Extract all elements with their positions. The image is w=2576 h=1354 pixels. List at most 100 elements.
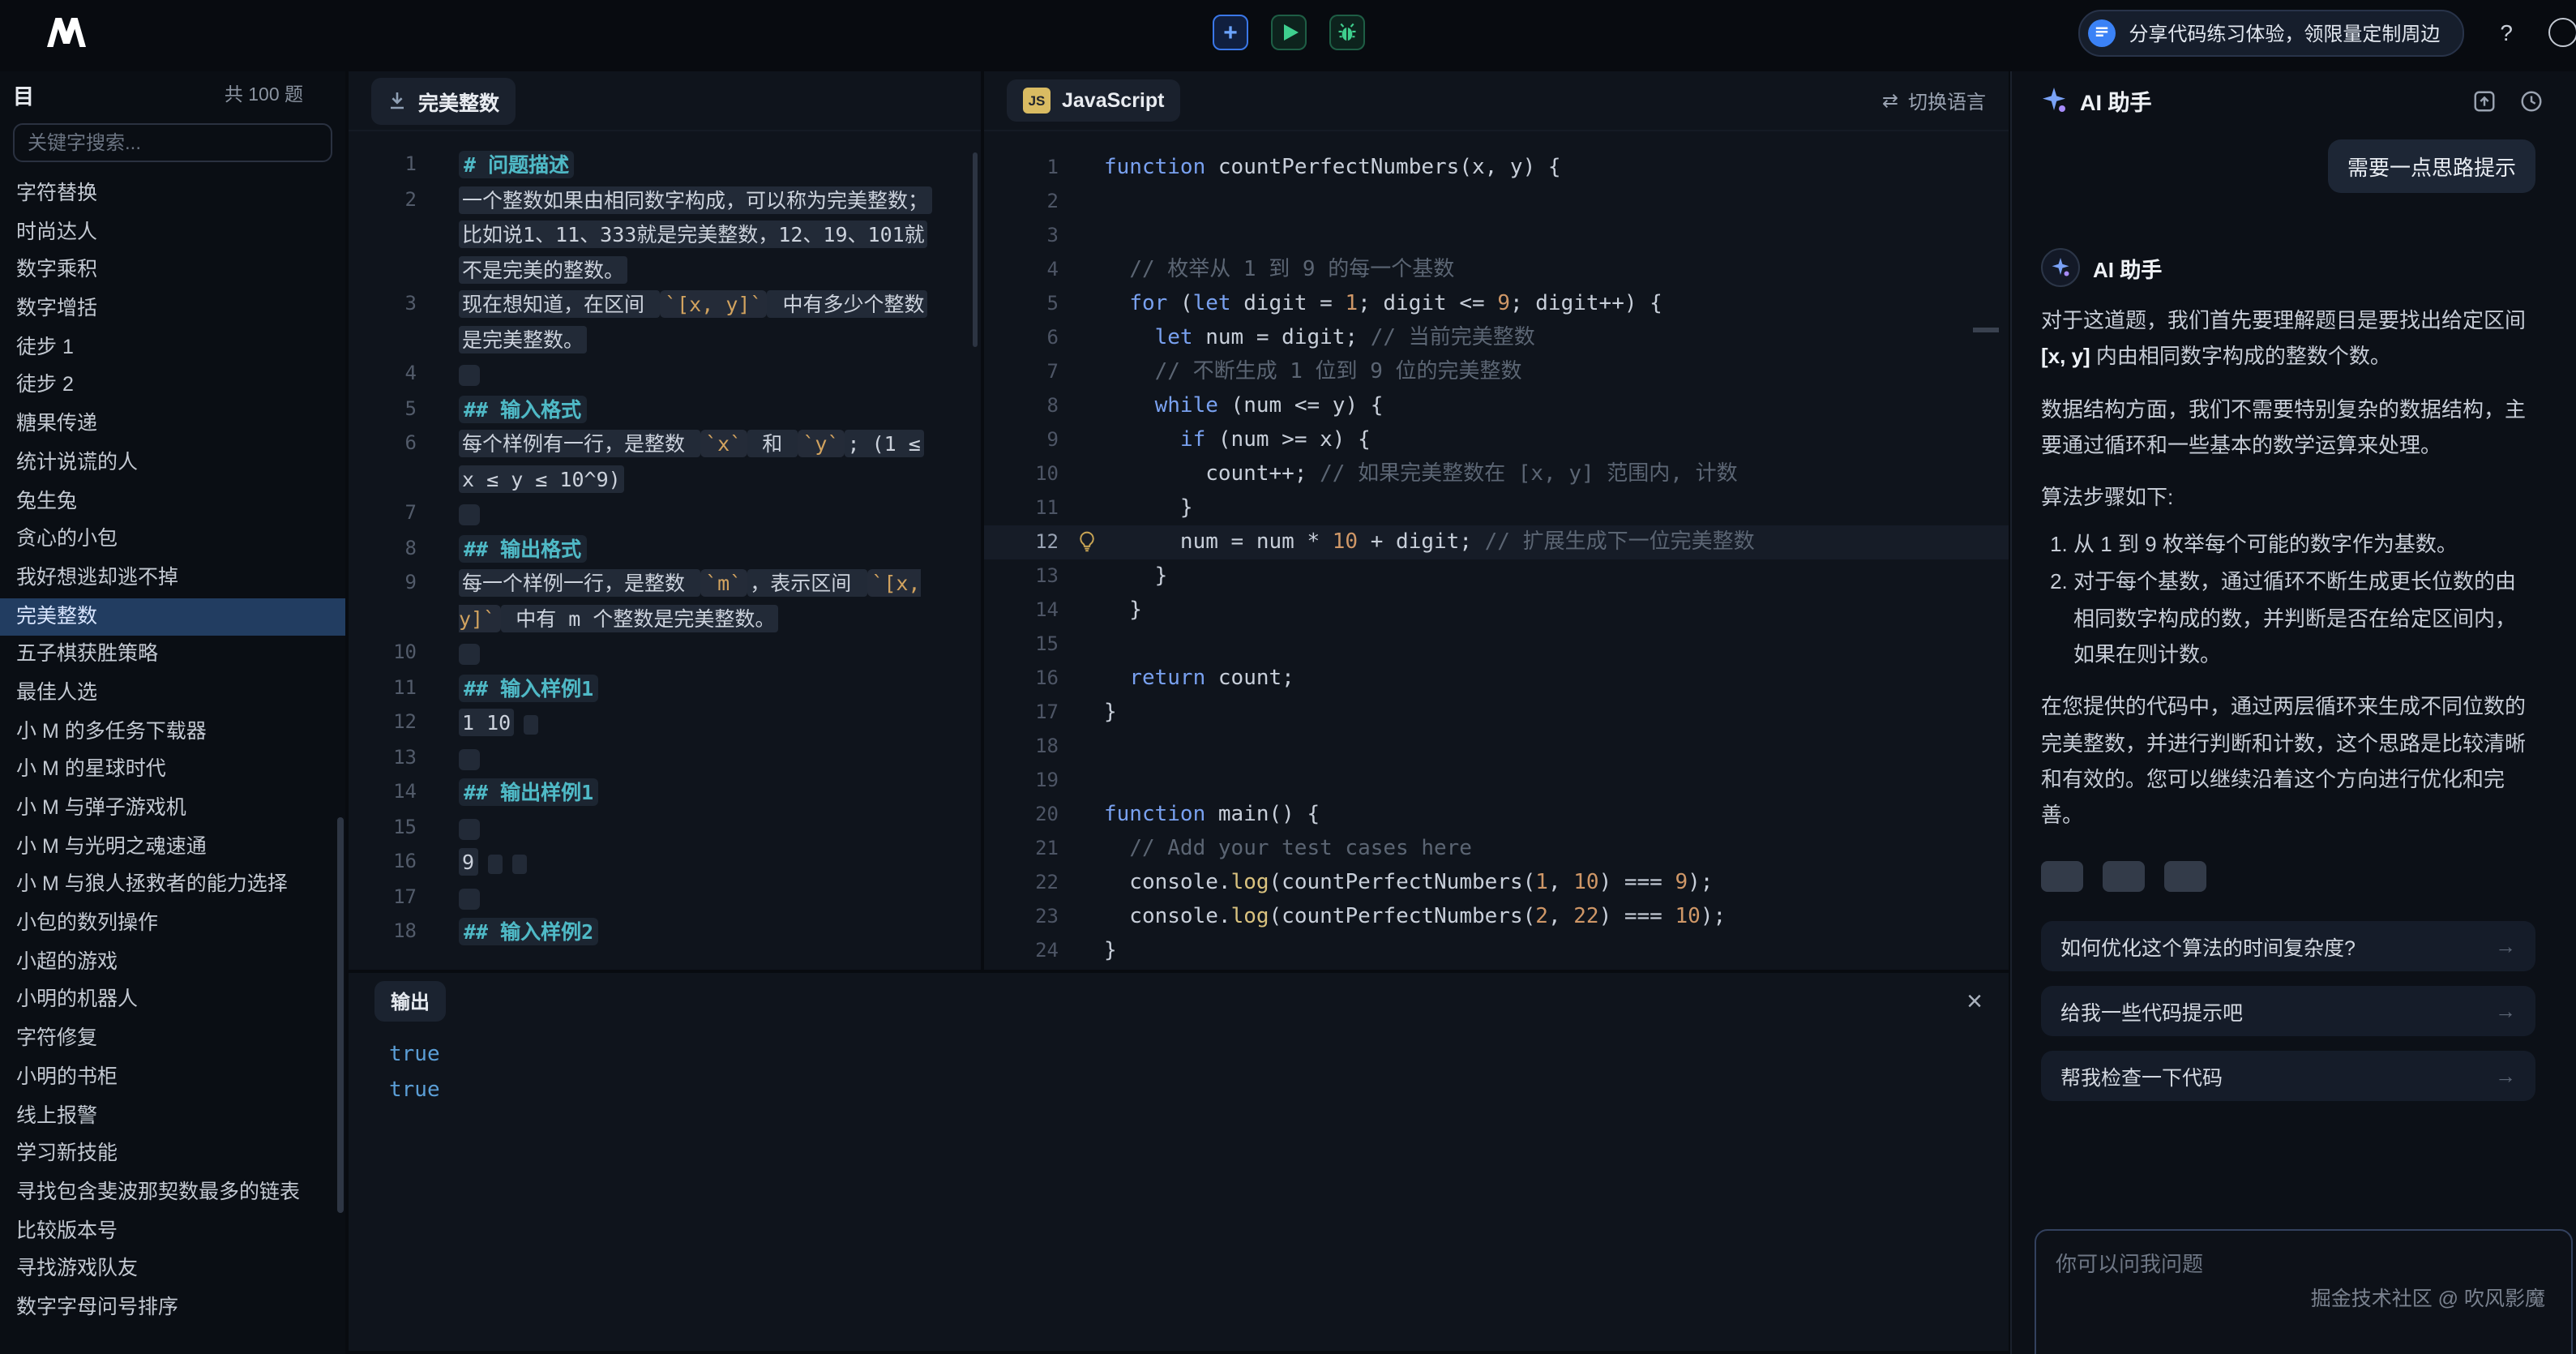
code-line[interactable]: 22 console.log(countPerfectNumbers(1, 10… <box>984 866 2009 900</box>
text-segment: `[x, y]` <box>660 290 767 318</box>
topbar: + 分享代码练习体验，领限量定制周边 ? <box>0 0 2576 65</box>
code-line[interactable]: 9 if (num >= x) { <box>984 423 2009 457</box>
action-placeholder[interactable] <box>2041 860 2083 891</box>
sidebar-item[interactable]: 最佳人选 <box>0 675 345 713</box>
problem-tab[interactable]: 完美整数 <box>371 77 516 124</box>
workspace: 完美整数 1# 问题描述2一个整数如果由相同数字构成，可以称为完美整数；比如说1… <box>349 71 2009 1354</box>
code-line[interactable]: 15 <box>984 628 2009 662</box>
sidebar-item[interactable]: 完美整数 <box>0 598 345 636</box>
add-button[interactable]: + <box>1213 15 1248 50</box>
sidebar-item[interactable]: 小明的书柜 <box>0 1059 345 1097</box>
sidebar-item[interactable]: 小 M 与狼人拯救者的能力选择 <box>0 867 345 905</box>
sidebar-item[interactable]: 五子棋获胜策略 <box>0 636 345 675</box>
sidebar-item[interactable]: 比较版本号 <box>0 1212 345 1250</box>
code-line[interactable]: 19 <box>984 764 2009 798</box>
code-line[interactable]: 8 while (num <= y) { <box>984 389 2009 423</box>
code-line[interactable]: 11 } <box>984 491 2009 525</box>
sidebar-item[interactable]: 小 M 的星球时代 <box>0 752 345 790</box>
code-line[interactable]: 7 // 不断生成 1 位到 9 位的完美整数 <box>984 355 2009 389</box>
sidebar-item[interactable]: 兔生兔 <box>0 482 345 521</box>
code-editor[interactable]: 1function countPerfectNumbers(x, y) {234… <box>984 131 2009 968</box>
line-number: 17 <box>349 880 417 915</box>
sidebar-item[interactable]: 字符替换 <box>0 175 345 213</box>
code-line[interactable]: 1function countPerfectNumbers(x, y) { <box>984 151 2009 185</box>
code-line[interactable]: 4 // 枚举从 1 到 9 的每一个基数 <box>984 253 2009 287</box>
sidebar-item[interactable]: 小 M 的多任务下载器 <box>0 713 345 751</box>
sidebar-item[interactable]: 学习新技能 <box>0 1135 345 1173</box>
code-line[interactable]: 10 count++; // 如果完美整数在 [x, y] 范围内, 计数 <box>984 457 2009 491</box>
ai-sparkle-icon <box>2041 88 2067 114</box>
line-content: ## 输入样例1 <box>459 671 935 705</box>
close-icon[interactable]: × <box>1966 987 1983 1014</box>
action-placeholder[interactable] <box>2103 860 2145 891</box>
sidebar-item[interactable]: 统计说谎的人 <box>0 444 345 482</box>
code-line[interactable]: 13 } <box>984 559 2009 593</box>
code-line[interactable]: 17} <box>984 696 2009 730</box>
sidebar-item[interactable]: 小 M 与光明之魂速通 <box>0 828 345 866</box>
code-line[interactable]: 14 } <box>984 593 2009 628</box>
sidebar-item[interactable]: 小 M 与弹子游戏机 <box>0 790 345 828</box>
suggestion-button[interactable]: 如何优化这个算法的时间复杂度?→ <box>2041 920 2535 971</box>
line-number: 20 <box>984 798 1059 832</box>
problem-scrollbar[interactable] <box>973 152 978 347</box>
line-number: 6 <box>349 426 417 496</box>
sidebar-item[interactable]: 数字字母问号排序 <box>0 1289 345 1327</box>
ai-paragraph: 数据结构方面，我们不需要特别复杂的数据结构，主要通过循环和一些基本的数学运算来处… <box>2041 392 2535 464</box>
history-icon[interactable] <box>2519 88 2544 113</box>
sidebar-item[interactable]: 寻找包含斐波那契数最多的链表 <box>0 1174 345 1212</box>
text-segment: # 问题描述 <box>459 151 574 178</box>
promo-banner[interactable]: 分享代码练习体验，领限量定制周边 <box>2078 9 2464 56</box>
sidebar-item[interactable]: 寻找游戏队友 <box>0 1251 345 1289</box>
sidebar-item[interactable]: 线上报警 <box>0 1097 345 1135</box>
marscode-logo[interactable] <box>45 18 88 47</box>
code-line[interactable]: 18 <box>984 730 2009 764</box>
code-line[interactable]: 3 <box>984 219 2009 253</box>
problem-line: 121 10 <box>349 705 981 740</box>
sidebar-item[interactable]: 我好想逃却逃不掉 <box>0 559 345 598</box>
code-text: num = num * 10 + digit; // 扩展生成下一位完美整数 <box>1104 525 1755 559</box>
sidebar-item[interactable]: 数字增括 <box>0 290 345 328</box>
code-line[interactable]: 24} <box>984 934 2009 968</box>
action-placeholder[interactable] <box>2164 860 2206 891</box>
sidebar-item[interactable]: 糖果传递 <box>0 405 345 443</box>
line-number: 12 <box>984 525 1059 559</box>
suggestion-button[interactable]: 帮我检查一下代码→ <box>2041 1050 2535 1100</box>
code-line[interactable]: 20function main() { <box>984 798 2009 832</box>
debug-button[interactable] <box>1329 15 1365 50</box>
sidebar-item[interactable]: 小明的机器人 <box>0 982 345 1020</box>
sidebar-item[interactable]: 徒步 2 <box>0 367 345 405</box>
sidebar-scrollbar[interactable] <box>337 817 344 1213</box>
switch-language-button[interactable]: ⇄ 切换语言 <box>1882 87 1986 114</box>
suggestion-button[interactable]: 给我一些代码提示吧→ <box>2041 985 2535 1035</box>
run-button[interactable] <box>1271 15 1307 50</box>
account-icon[interactable] <box>2548 18 2576 47</box>
text-segment: 9 <box>459 848 477 876</box>
help-icon[interactable]: ? <box>2500 19 2513 45</box>
chat-input-box[interactable]: 你可以问我问题 掘金技术社区 @ 吹风影魔 <box>2035 1229 2573 1354</box>
code-line[interactable]: 6 let num = digit; // 当前完美整数 <box>984 321 2009 355</box>
code-line[interactable]: 16 return count; <box>984 662 2009 696</box>
editor-scroll-mark[interactable] <box>1973 328 1999 332</box>
code-line[interactable]: 2 <box>984 185 2009 219</box>
ai-panel-header: AI 助手 <box>2012 71 2576 130</box>
code-line[interactable]: 21 // Add your test cases here <box>984 832 2009 866</box>
code-line[interactable]: 23 console.log(countPerfectNumbers(2, 22… <box>984 900 2009 934</box>
sidebar-item[interactable]: 小包的数列操作 <box>0 905 345 943</box>
topbar-right: 分享代码练习体验，领限量定制周边 ? <box>2078 0 2576 65</box>
sidebar-item[interactable]: 字符修复 <box>0 1020 345 1058</box>
code-line[interactable]: 12 num = num * 10 + digit; // 扩展生成下一位完美整… <box>984 525 2009 559</box>
sidebar-item[interactable]: 贪心的小包 <box>0 521 345 559</box>
output-tab[interactable]: 输出 <box>374 980 446 1021</box>
line-number: 9 <box>349 566 417 636</box>
code-line[interactable]: 5 for (let digit = 1; digit <= 9; digit+… <box>984 287 2009 321</box>
language-tab[interactable]: JS JavaScript <box>1007 79 1180 122</box>
line-content: ## 输出样例1 <box>459 775 935 810</box>
export-icon[interactable] <box>2472 88 2497 113</box>
sidebar-item[interactable]: 徒步 1 <box>0 329 345 367</box>
user-message: 需要一点思路提示 <box>2328 139 2535 193</box>
search-input[interactable] <box>13 123 332 162</box>
sidebar-item[interactable]: 时尚达人 <box>0 213 345 251</box>
lightbulb-icon[interactable] <box>1076 530 1098 553</box>
sidebar-item[interactable]: 数字乘积 <box>0 252 345 290</box>
sidebar-item[interactable]: 小超的游戏 <box>0 944 345 982</box>
